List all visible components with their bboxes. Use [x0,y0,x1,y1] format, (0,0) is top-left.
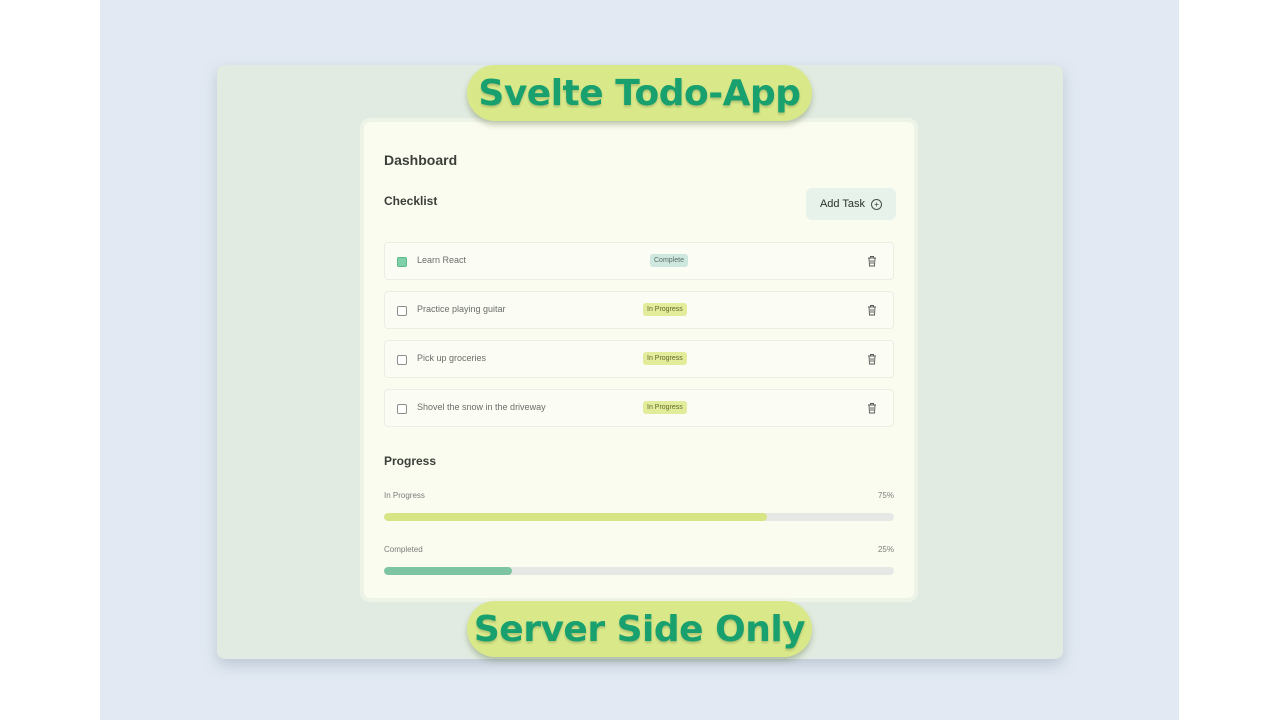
checkbox-icon[interactable] [397,355,407,365]
status-badge: In Progress [643,401,687,414]
checkbox-icon[interactable] [397,257,407,267]
checkbox-icon[interactable] [397,404,407,414]
trash-icon[interactable] [867,304,877,316]
plus-circle-icon: + [871,198,883,210]
status-badge: Complete [650,254,688,267]
status-badge: In Progress [643,303,687,316]
add-task-label: Add Task [819,198,866,210]
progress-bar-fill [384,513,767,521]
task-row: Learn React Complete [384,242,894,280]
task-row: Practice playing guitar In Progress [384,291,894,329]
progress-bar [384,513,894,521]
progress-label: In Progress [384,491,425,500]
subtitle-banner: Server Side Only [467,601,812,657]
progress-bar-fill [384,567,512,575]
dashboard-card: Dashboard Checklist Add Task + Learn Rea… [360,118,918,602]
status-badge: In Progress [643,352,687,365]
progress-heading: Progress [384,454,437,468]
progress-label: Completed [384,545,423,554]
trash-icon[interactable] [867,353,877,365]
progress-percent: 25% [877,545,894,554]
task-label: Pick up groceries [417,353,487,363]
task-row: Pick up groceries In Progress [384,340,894,378]
page-title: Dashboard [384,152,458,168]
progress-bar [384,567,894,575]
checkbox-icon[interactable] [397,306,407,316]
trash-icon[interactable] [867,255,877,267]
progress-percent: 75% [877,491,894,500]
trash-icon[interactable] [867,402,877,414]
task-label: Learn React [417,255,467,265]
add-task-button[interactable]: Add Task + [806,188,896,220]
task-label: Shovel the snow in the driveway [417,402,546,412]
title-banner: Svelte Todo-App [467,65,812,121]
task-label: Practice playing guitar [417,304,506,314]
checklist-heading: Checklist [384,194,438,208]
task-row: Shovel the snow in the driveway In Progr… [384,389,894,427]
